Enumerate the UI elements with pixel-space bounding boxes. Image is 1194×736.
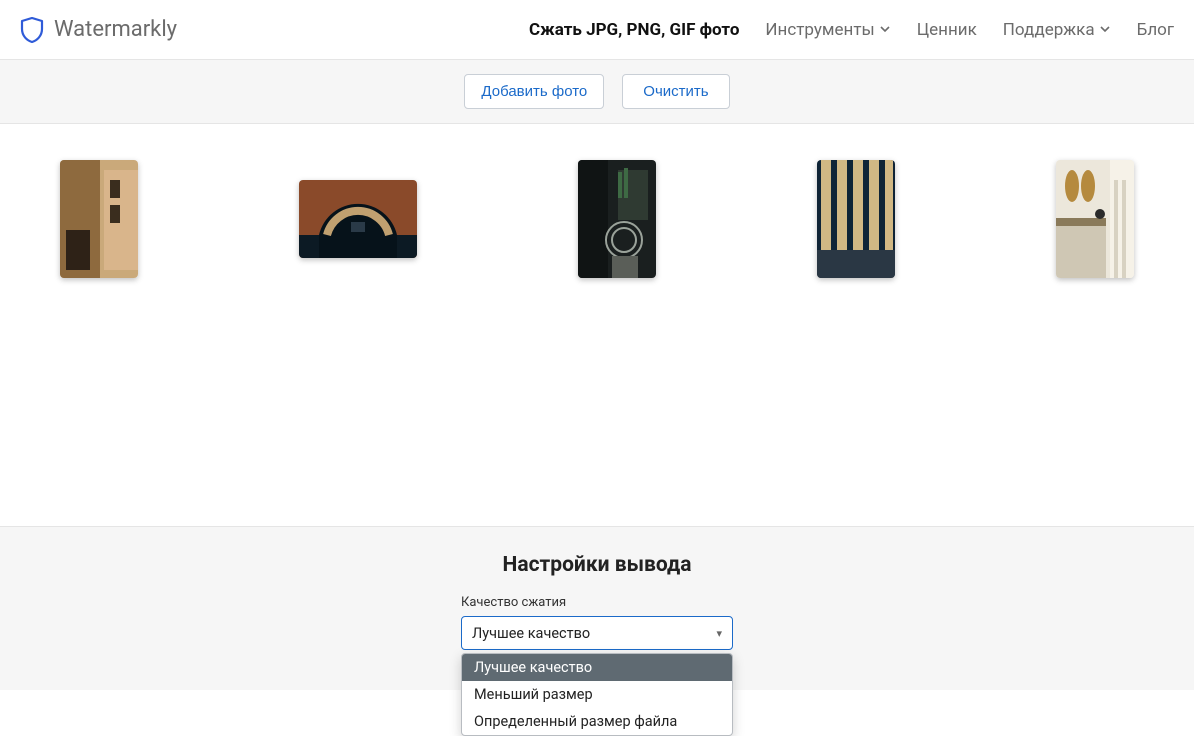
thumbnails-row: [60, 160, 1134, 278]
brand-name: Watermarkly: [54, 17, 177, 42]
thumbnail[interactable]: [1056, 160, 1134, 278]
nav-tools-label: Инструменты: [765, 20, 874, 40]
quality-option-target-size[interactable]: Определенный размер файла: [462, 708, 732, 735]
nav-blog[interactable]: Блог: [1137, 20, 1174, 40]
nav-pricing-label: Ценник: [917, 20, 977, 40]
action-bar: Добавить фото Очистить: [0, 60, 1194, 124]
nav-compress[interactable]: Сжать JPG, PNG, GIF фото: [529, 20, 739, 40]
nav-support[interactable]: Поддержка: [1003, 20, 1111, 40]
header: Watermarkly Сжать JPG, PNG, GIF фото Инс…: [0, 0, 1194, 60]
nav-support-label: Поддержка: [1003, 20, 1095, 40]
add-photo-button[interactable]: Добавить фото: [464, 74, 604, 109]
quality-label: Качество сжатия: [461, 595, 733, 610]
nav: Сжать JPG, PNG, GIF фото Инструменты Цен…: [529, 20, 1174, 40]
nav-tools[interactable]: Инструменты: [765, 20, 890, 40]
chevron-down-icon: ▾: [716, 627, 722, 640]
thumbnail[interactable]: [578, 160, 656, 278]
thumbnail[interactable]: [817, 160, 895, 278]
quality-dropdown: Лучшее качество Меньший размер Определен…: [461, 653, 733, 736]
nav-pricing[interactable]: Ценник: [917, 20, 977, 40]
brand[interactable]: Watermarkly: [20, 17, 177, 43]
output-settings-panel: Настройки вывода Качество сжатия Лучшее …: [0, 526, 1194, 690]
quality-option-best[interactable]: Лучшее качество: [462, 654, 732, 681]
thumbnails-area: [0, 124, 1194, 526]
shield-icon: [20, 17, 44, 43]
chevron-down-icon: [879, 20, 891, 40]
quality-option-smaller[interactable]: Меньший размер: [462, 681, 732, 708]
settings-title: Настройки вывода: [0, 553, 1194, 577]
thumbnail[interactable]: [60, 160, 138, 278]
chevron-down-icon: [1099, 20, 1111, 40]
settings-form: Качество сжатия Лучшее качество ▾ Лучшее…: [461, 595, 733, 650]
thumbnail[interactable]: [299, 180, 417, 258]
nav-blog-label: Блог: [1137, 20, 1174, 40]
nav-compress-label: Сжать JPG, PNG, GIF фото: [529, 20, 739, 40]
quality-select-value: Лучшее качество: [472, 625, 590, 642]
quality-select[interactable]: Лучшее качество ▾: [461, 616, 733, 650]
clear-button[interactable]: Очистить: [622, 74, 729, 109]
